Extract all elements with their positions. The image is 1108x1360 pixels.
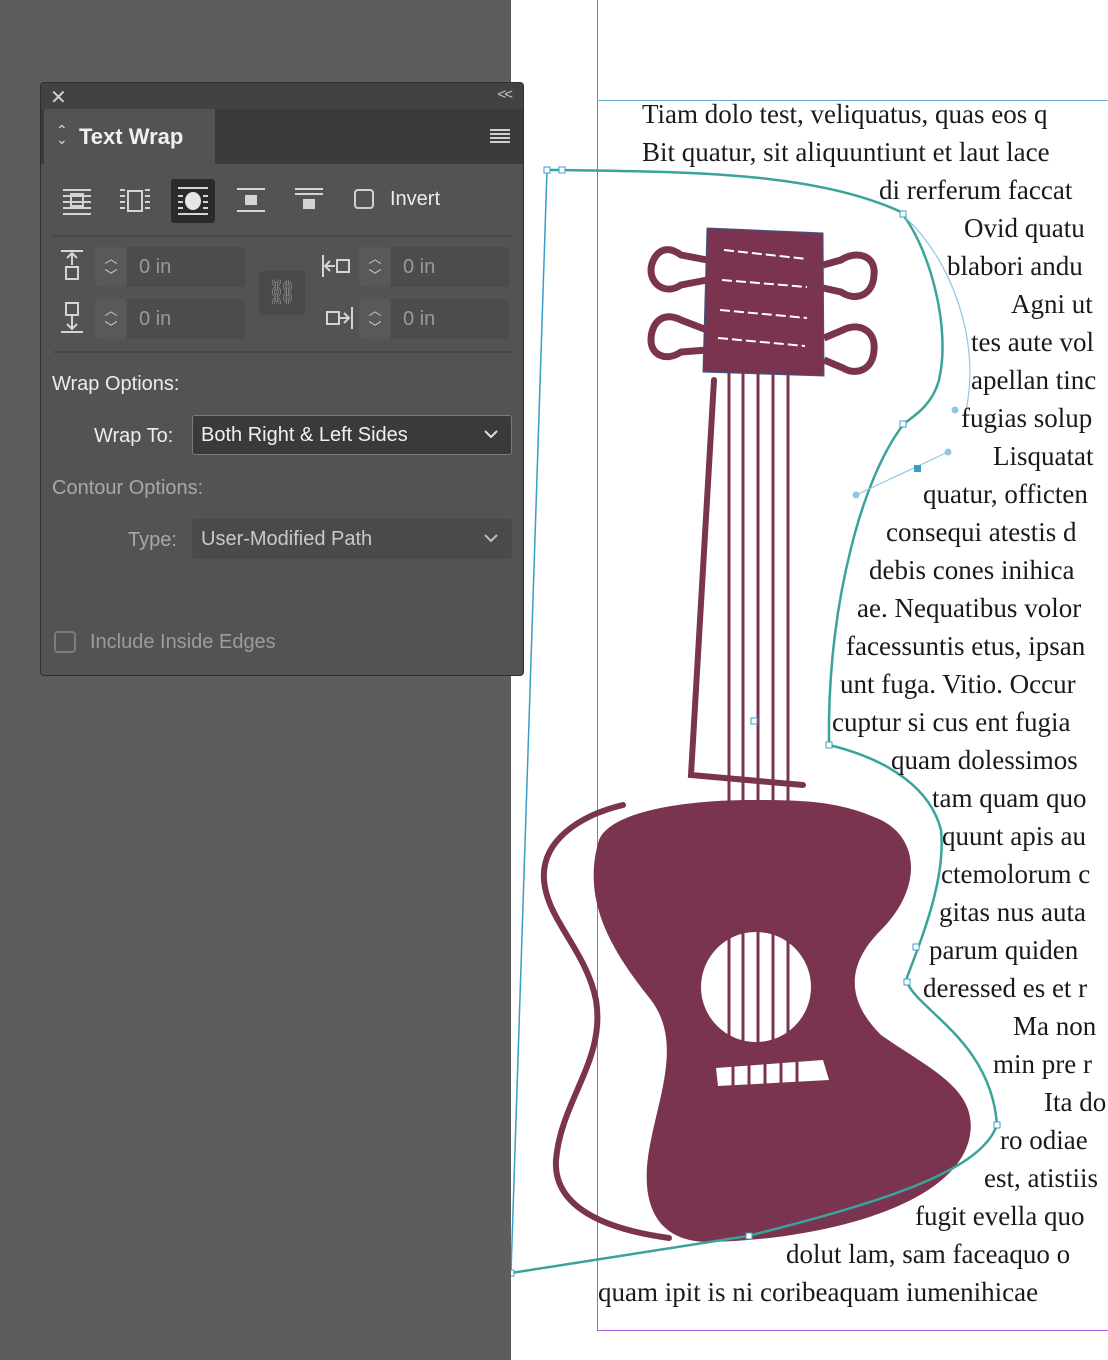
chevron-down-icon [484, 534, 498, 543]
tab-arrows-icon: ⌃ ⌄ [56, 122, 68, 147]
top-offset-icon [61, 250, 83, 280]
jump-to-next-column-button[interactable] [287, 179, 331, 223]
link-icon[interactable]: ⛓ [259, 271, 305, 315]
text-line: unt fuga. Vitio. Occur [840, 669, 1076, 699]
right-offset-field[interactable]: ︿ ﹀ 0 in [359, 299, 509, 339]
text-line: quam dolessimos [891, 745, 1078, 775]
text-line: parum quiden [929, 935, 1079, 965]
text-line: tes aute vol [971, 327, 1094, 357]
left-offset-field[interactable]: ︿ ﹀ 0 in [359, 247, 509, 287]
chevron-down-icon [484, 430, 498, 439]
top-offset-field[interactable]: ︿ ﹀ 0 in [95, 247, 245, 287]
text-line: di rerferum faccat [879, 175, 1073, 205]
bottom-offset-field[interactable]: ︿ ﹀ 0 in [95, 299, 245, 339]
bottom-offset-value: 0 in [139, 308, 172, 330]
tab-text-wrap[interactable]: ⌃ ⌄ Text Wrap [44, 109, 215, 164]
text-line: tam quam quo [932, 783, 1087, 813]
text-line: fugit evella quo [915, 1201, 1085, 1231]
include-inside-edges-checkbox[interactable] [54, 631, 76, 653]
contour-type-value: User-Modified Path [201, 528, 373, 550]
guitar-sound-hole [701, 932, 811, 1042]
divider [53, 351, 511, 353]
text-line: ro odiae [1000, 1125, 1088, 1155]
right-offset-value: 0 in [403, 308, 436, 330]
text-line: Ovid quatu [964, 213, 1085, 243]
text-line: Lisquatat [993, 441, 1094, 471]
wrap-to-value: Both Right & Left Sides [201, 424, 408, 446]
text-line: gitas nus auta [939, 897, 1086, 927]
document-page[interactable]: Tiam dolo test, veliquatus, quas eos q Bi… [511, 0, 1108, 1360]
right-offset-icon [326, 307, 353, 329]
no-text-wrap-button[interactable] [55, 179, 99, 223]
wrap-to-dropdown[interactable]: Both Right & Left Sides [192, 415, 512, 455]
selected-anchor-point[interactable] [914, 465, 921, 472]
left-offset-stepper[interactable]: ︿ ﹀ [359, 247, 391, 287]
text-line: Tiam dolo test, veliquatus, quas eos q [642, 99, 1048, 129]
text-line: fugias solup [961, 403, 1093, 433]
no-text-wrap-icon [63, 189, 91, 215]
panel-title: Text Wrap [79, 124, 184, 149]
text-line: debis cones inihica [869, 555, 1075, 585]
right-offset-stepper[interactable]: ︿ ﹀ [359, 299, 391, 339]
bottom-offset-icon [61, 302, 83, 333]
text-line: consequi atestis d [886, 517, 1077, 547]
top-offset-stepper[interactable]: ︿ ﹀ [95, 247, 127, 287]
jump-object-icon [237, 188, 265, 212]
jump-to-next-column-icon [295, 188, 323, 209]
text-line: min pre r [993, 1049, 1092, 1079]
wrap-to-label: Wrap To: [94, 425, 174, 447]
text-line: ae. Nequatibus volor [857, 593, 1082, 623]
text-line: Ita do [1044, 1087, 1107, 1117]
text-line: dolut lam, sam faceaquo o [786, 1239, 1071, 1269]
type-label: Type: [128, 529, 177, 551]
guitar-headstock [702, 227, 825, 377]
text-line: ctemolorum c [941, 859, 1091, 889]
wrap-object-shape-icon [178, 187, 208, 215]
text-line: Bit quatur, sit aliquuntiunt et laut lac… [642, 137, 1050, 167]
close-icon[interactable]: ✕ [50, 85, 67, 110]
text-line: Ma non [1013, 1011, 1097, 1041]
jump-object-button[interactable] [229, 179, 273, 223]
contour-options-heading: Contour Options: [52, 477, 204, 499]
text-line: facessuntis etus, ipsan [846, 631, 1086, 661]
text-line: quunt apis au [942, 821, 1086, 851]
left-offset-value: 0 in [403, 256, 436, 278]
panel-tab-bar: ⌃ ⌄ Text Wrap [41, 109, 523, 164]
wrap-bounding-box-button[interactable] [113, 179, 157, 223]
contour-type-dropdown[interactable]: User-Modified Path [192, 519, 512, 559]
text-line: blabori andu [947, 251, 1083, 281]
text-line: Agni ut [1011, 289, 1093, 319]
text-line: apellan tinc [971, 365, 1097, 395]
bottom-offset-stepper[interactable]: ︿ ﹀ [95, 299, 127, 339]
text-line: quatur, officten [923, 479, 1088, 509]
divider [53, 235, 511, 237]
text-line: est, atistiis [984, 1163, 1098, 1193]
text-wrap-panel[interactable]: ✕ << ⌃ ⌄ Text Wrap Invert ︿ ﹀ 0 in ︿ ﹀ 0… [40, 82, 524, 676]
panel-menu-icon[interactable] [490, 129, 510, 143]
invert-checkbox[interactable] [354, 189, 374, 209]
include-inside-edges-label: Include Inside Edges [90, 631, 276, 653]
text-line: deressed es et r [923, 973, 1088, 1003]
wrap-object-shape-button[interactable] [171, 179, 215, 223]
guitar-neck [687, 377, 806, 788]
top-offset-value: 0 in [139, 256, 172, 278]
wrap-options-heading: Wrap Options: [52, 373, 180, 395]
wrap-bounding-box-icon [120, 189, 150, 212]
left-offset-icon [322, 255, 350, 277]
double-chevron-left-icon[interactable]: << [497, 86, 512, 103]
panel-title-bar[interactable]: ✕ << [41, 83, 523, 109]
text-line: cuptur si cus ent fugia [832, 707, 1071, 737]
text-line: quam ipit is ni coribeaquam iumenihicae [598, 1277, 1039, 1307]
invert-label: Invert [390, 188, 441, 210]
